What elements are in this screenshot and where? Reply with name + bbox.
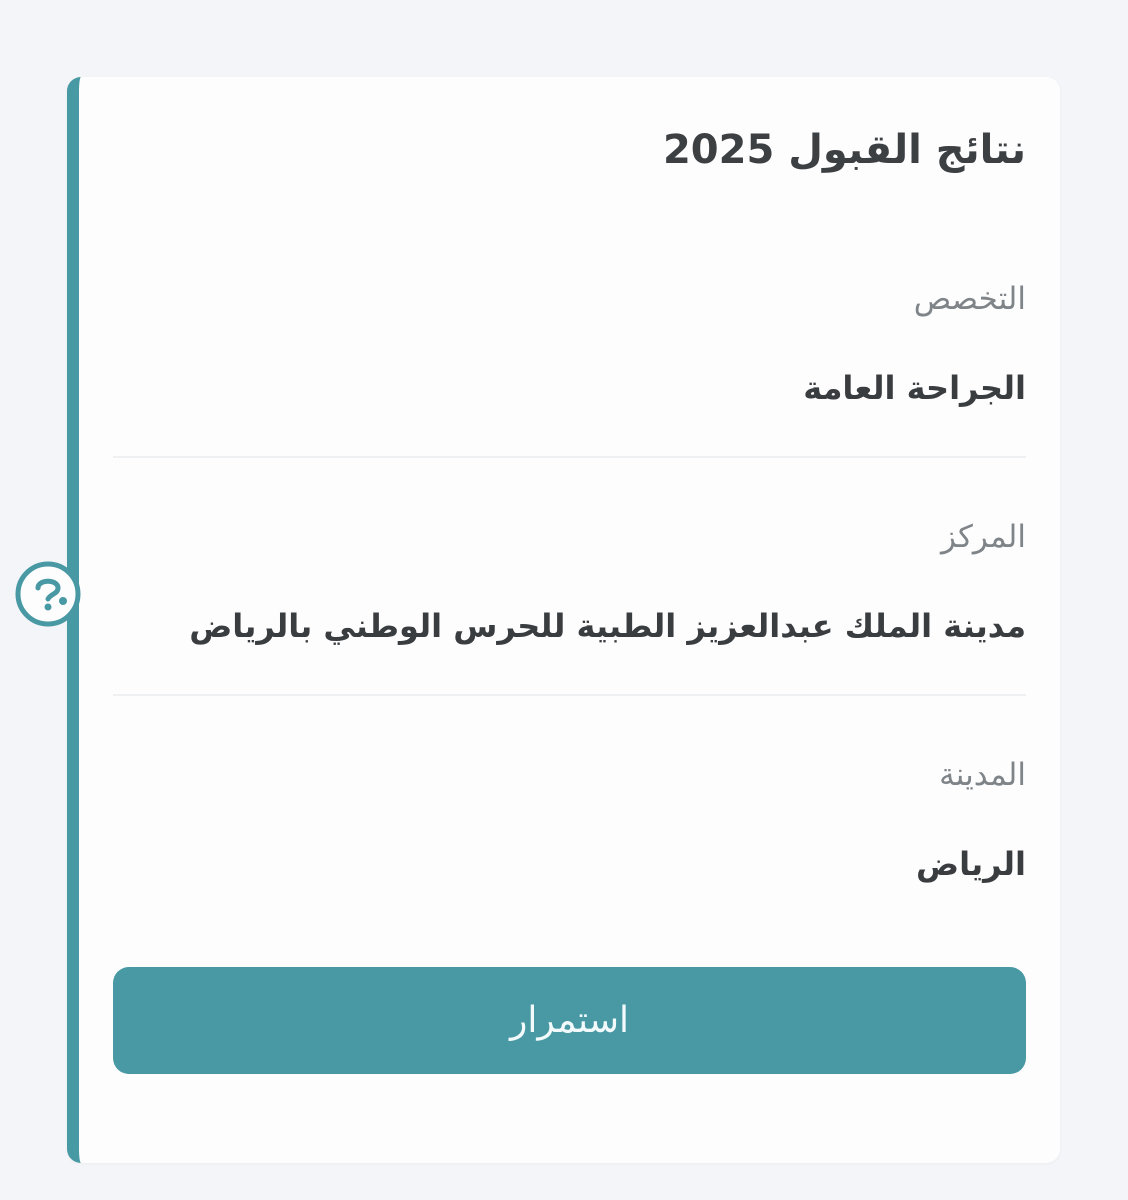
center-value: مدينة الملك عبدالعزيز الطبية للحرس الوطن… (189, 607, 1026, 645)
field-city: المدينة الرياض (113, 757, 1026, 883)
field-center: المركز مدينة الملك عبدالعزيز الطبية للحر… (113, 519, 1026, 645)
question-chat-icon (15, 561, 81, 627)
specialty-label: التخصص (913, 281, 1026, 317)
center-label: المركز (941, 519, 1026, 555)
divider (113, 694, 1026, 696)
help-chat-button[interactable] (14, 560, 82, 628)
city-value: الرياض (916, 845, 1026, 883)
admission-result-card: نتائج القبول 2025 التخصص الجراحة العامة … (67, 77, 1060, 1163)
divider (113, 456, 1026, 458)
continue-button[interactable]: استمرار (113, 967, 1026, 1074)
city-label: المدينة (939, 757, 1026, 793)
page-title: نتائج القبول 2025 (662, 127, 1026, 173)
field-specialty: التخصص الجراحة العامة (113, 281, 1026, 407)
specialty-value: الجراحة العامة (803, 369, 1026, 407)
